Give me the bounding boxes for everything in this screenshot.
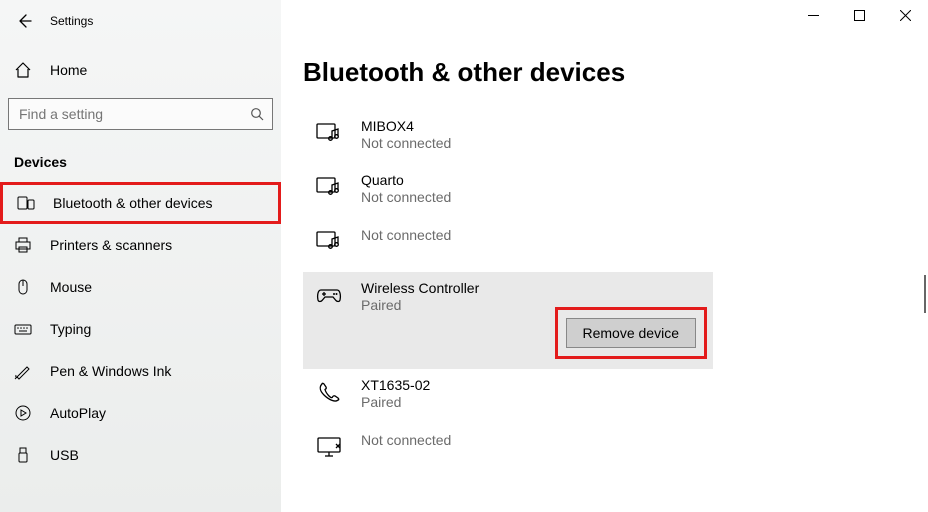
display-icon	[315, 433, 343, 461]
sidebar-item-bluetooth[interactable]: Bluetooth & other devices	[0, 182, 281, 224]
sidebar-item-usb[interactable]: USB	[0, 434, 281, 476]
device-status: Not connected	[361, 189, 451, 205]
nav-label: Mouse	[50, 279, 92, 295]
maximize-button[interactable]	[836, 0, 882, 30]
pen-icon	[14, 362, 32, 380]
nav-label: Bluetooth & other devices	[53, 195, 213, 211]
nav-label: Printers & scanners	[50, 237, 172, 253]
sidebar-item-autoplay[interactable]: AutoPlay	[0, 392, 281, 434]
remove-device-button[interactable]: Remove device	[566, 318, 697, 348]
sidebar-item-typing[interactable]: Typing	[0, 308, 281, 350]
sidebar-item-mouse[interactable]: Mouse	[0, 266, 281, 308]
search-box[interactable]	[8, 98, 273, 130]
media-device-icon	[315, 120, 343, 148]
device-status: Not connected	[361, 135, 451, 151]
nav-list: Bluetooth & other devices Printers & sca…	[0, 182, 281, 476]
arrow-left-icon	[16, 13, 32, 29]
nav-label: AutoPlay	[50, 405, 106, 421]
page-title: Bluetooth & other devices	[303, 57, 928, 88]
gamepad-icon	[315, 282, 343, 310]
sidebar: Settings Home Devices Bluetooth & other …	[0, 0, 281, 512]
minimize-button[interactable]	[790, 0, 836, 30]
back-button[interactable]	[12, 9, 36, 33]
device-status: Not connected	[361, 227, 451, 243]
app-title: Settings	[50, 14, 93, 28]
home-icon	[14, 61, 32, 79]
titlebar-left: Settings	[0, 6, 281, 36]
device-name: XT1635-02	[361, 377, 430, 393]
phone-icon	[315, 379, 343, 407]
keyboard-icon	[14, 320, 32, 338]
main-content: Bluetooth & other devices MIBOX4 Not con…	[281, 0, 928, 512]
media-device-icon	[315, 174, 343, 202]
device-list: MIBOX4 Not connected Quarto Not connecte…	[303, 110, 713, 477]
sidebar-item-printers[interactable]: Printers & scanners	[0, 224, 281, 266]
device-item[interactable]: Quarto Not connected	[303, 164, 713, 218]
printer-icon	[14, 236, 32, 254]
device-name: Wireless Controller	[361, 280, 479, 296]
device-name: MIBOX4	[361, 118, 451, 134]
device-item[interactable]: Not connected	[303, 423, 713, 477]
scrollbar[interactable]	[924, 275, 926, 313]
device-status: Paired	[361, 394, 430, 410]
device-item[interactable]: XT1635-02 Paired	[303, 369, 713, 423]
device-item[interactable]: Not connected	[303, 218, 713, 272]
maximize-icon	[854, 10, 865, 21]
autoplay-icon	[14, 404, 32, 422]
search-icon	[250, 107, 264, 121]
device-name: Quarto	[361, 172, 451, 188]
device-status: Paired	[361, 297, 479, 313]
home-nav[interactable]: Home	[0, 50, 281, 90]
window-controls	[790, 0, 928, 30]
nav-label: Pen & Windows Ink	[50, 363, 171, 379]
bluetooth-devices-icon	[17, 194, 35, 212]
section-header: Devices	[0, 148, 281, 182]
nav-label: USB	[50, 447, 79, 463]
search-input[interactable]	[17, 105, 250, 123]
home-label: Home	[50, 62, 87, 78]
close-button[interactable]	[882, 0, 928, 30]
device-item[interactable]: MIBOX4 Not connected	[303, 110, 713, 164]
device-status: Not connected	[361, 432, 451, 448]
remove-highlight: Remove device	[555, 307, 708, 359]
nav-label: Typing	[50, 321, 91, 337]
minimize-icon	[808, 10, 819, 21]
media-device-icon	[315, 228, 343, 256]
usb-icon	[14, 446, 32, 464]
sidebar-item-pen[interactable]: Pen & Windows Ink	[0, 350, 281, 392]
mouse-icon	[14, 278, 32, 296]
device-item-selected[interactable]: Wireless Controller Paired Remove device	[303, 272, 713, 369]
close-icon	[900, 10, 911, 21]
